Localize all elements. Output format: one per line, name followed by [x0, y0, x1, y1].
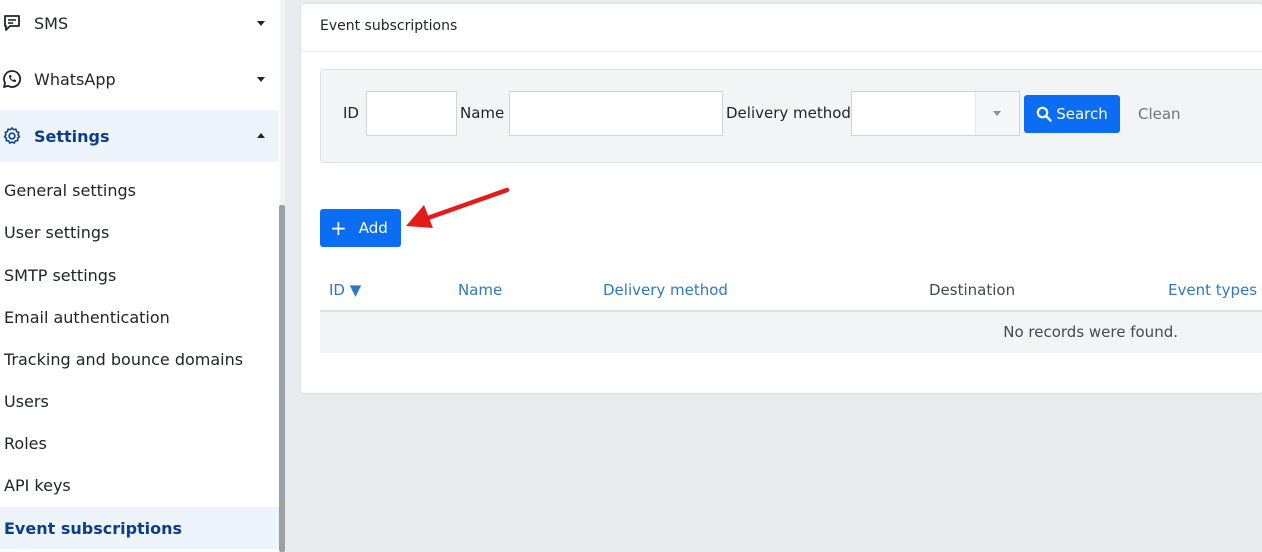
- column-header-label: ID: [329, 281, 345, 299]
- add-button-label: Add: [358, 219, 388, 237]
- sidebar-subitem-smtp-settings[interactable]: SMTP settings: [0, 254, 279, 296]
- sidebar-subitem-user-settings[interactable]: User settings: [0, 211, 279, 253]
- id-filter-label: ID: [343, 104, 359, 122]
- gear-icon: [1, 125, 23, 147]
- sidebar-subitem-general-settings[interactable]: General settings: [0, 169, 279, 211]
- sidebar-item-label: Settings: [34, 126, 110, 146]
- card-divider: [301, 51, 1262, 52]
- id-filter-input[interactable]: [366, 91, 457, 136]
- plus-icon: +: [330, 216, 347, 240]
- chat-bubble-icon: [1, 12, 23, 34]
- name-filter-label: Name: [460, 104, 505, 122]
- sidebar-item-settings[interactable]: Settings: [0, 110, 279, 162]
- column-header-event-types[interactable]: Event types: [1168, 281, 1257, 299]
- column-header-name[interactable]: Name: [458, 281, 502, 299]
- sidebar-subitem-tracking-bounce-domains[interactable]: Tracking and bounce domains: [0, 338, 279, 380]
- delivery-method-select[interactable]: [851, 91, 1020, 136]
- chevron-down-icon: [257, 77, 265, 82]
- sidebar-scrollbar-thumb[interactable]: [279, 205, 285, 552]
- sidebar-item-label: SMS: [34, 13, 69, 33]
- chevron-down-icon: [993, 111, 1001, 116]
- sidebar-subitem-roles[interactable]: Roles: [0, 422, 279, 464]
- search-icon: [1036, 106, 1052, 122]
- name-filter-input[interactable]: [509, 91, 723, 136]
- empty-message: No records were found.: [1003, 323, 1178, 341]
- sidebar-subitem-api-keys[interactable]: API keys: [0, 464, 279, 506]
- sidebar-subitem-event-subscriptions[interactable]: Event subscriptions: [0, 507, 279, 549]
- sidebar-subitem-email-authentication[interactable]: Email authentication: [0, 296, 279, 338]
- page-title: Event subscriptions: [320, 18, 458, 34]
- sidebar-item-label: WhatsApp: [34, 69, 116, 89]
- whatsapp-icon: [1, 68, 23, 90]
- table-empty-row: No records were found.: [320, 312, 1262, 353]
- sort-desc-icon: ▼: [349, 281, 362, 299]
- search-button[interactable]: Search: [1024, 95, 1120, 133]
- chevron-down-icon: [257, 21, 265, 26]
- add-button[interactable]: + Add: [320, 209, 401, 247]
- sidebar-item-whatsapp[interactable]: WhatsApp: [0, 53, 279, 105]
- clean-button[interactable]: Clean: [1138, 105, 1181, 123]
- sidebar: SMS WhatsApp Settings General settings U…: [0, 0, 280, 552]
- filter-panel: ID Name Delivery method Search Clean: [320, 69, 1262, 163]
- annotation-arrow-icon: [406, 187, 510, 228]
- sidebar-subitem-users[interactable]: Users: [0, 380, 279, 422]
- column-header-id[interactable]: ID ▼: [329, 281, 361, 299]
- delivery-method-filter-label: Delivery method: [726, 104, 851, 122]
- chevron-up-icon: [257, 133, 265, 138]
- select-toggle[interactable]: [975, 92, 1019, 135]
- column-header-destination: Destination: [929, 281, 1016, 299]
- column-header-delivery-method[interactable]: Delivery method: [603, 281, 728, 299]
- sidebar-item-sms[interactable]: SMS: [0, 0, 279, 49]
- search-button-label: Search: [1056, 105, 1108, 123]
